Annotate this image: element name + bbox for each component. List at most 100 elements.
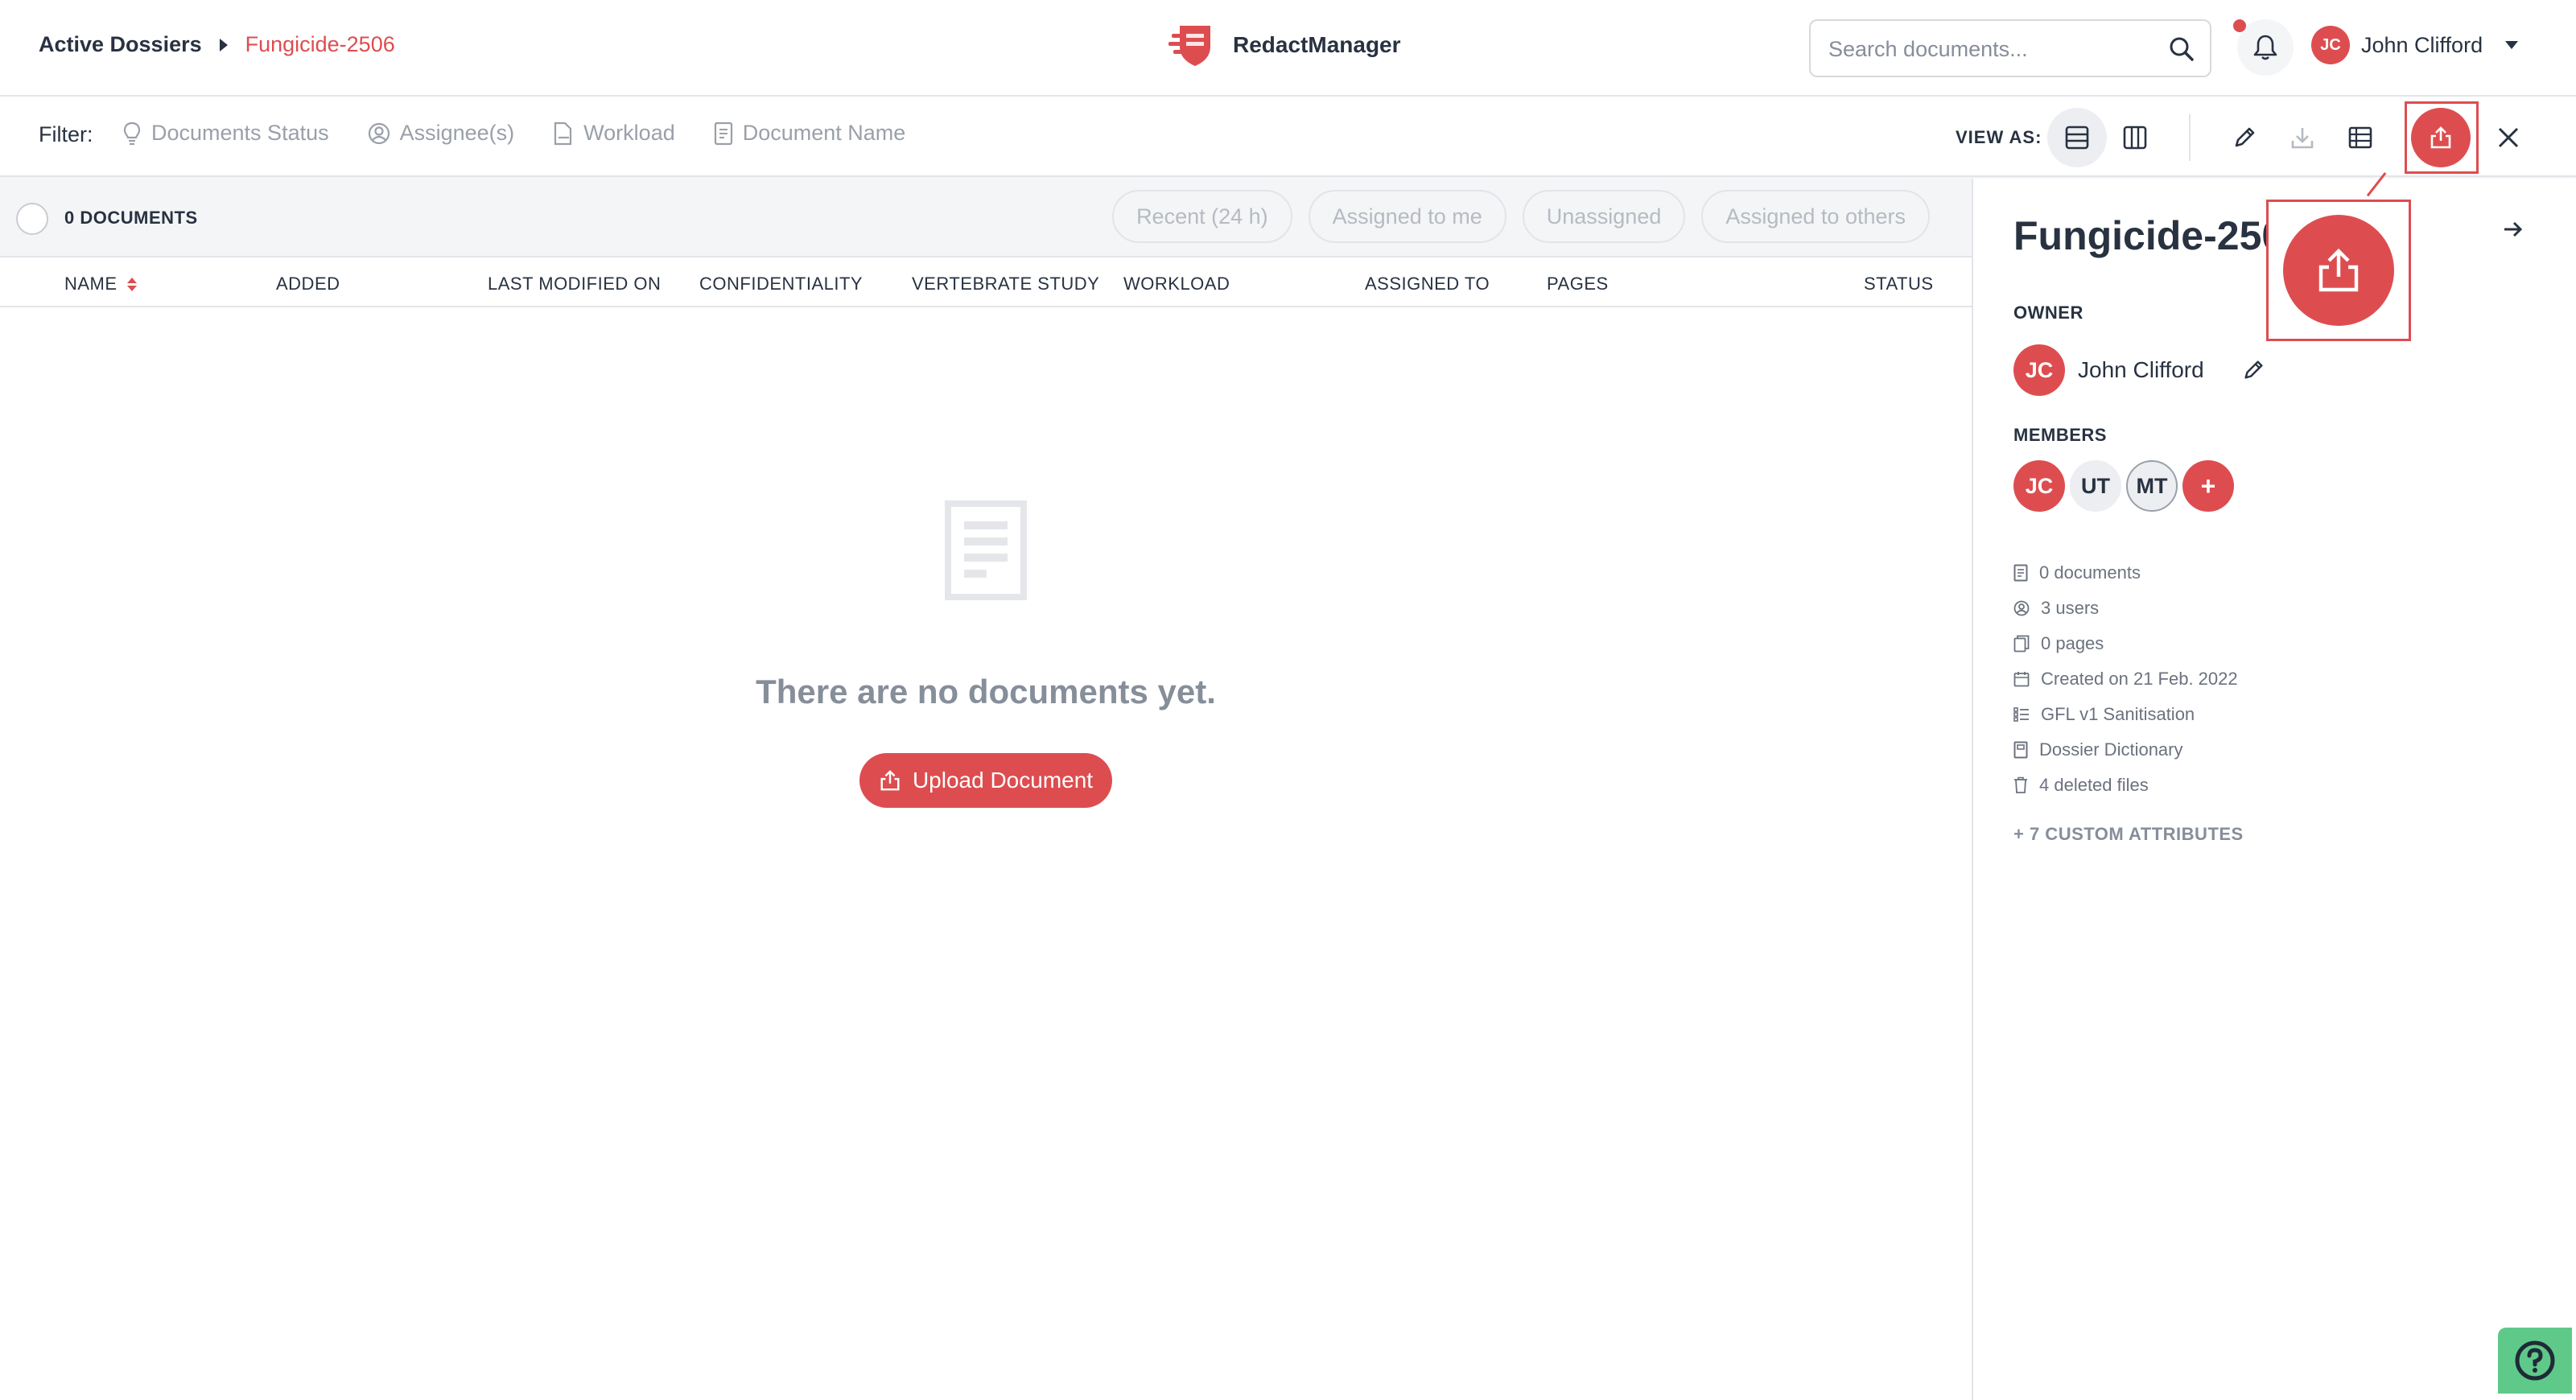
breadcrumb-current-dossier[interactable]: Fungicide-2506 bbox=[245, 32, 395, 57]
upload-button-highlight bbox=[2405, 101, 2479, 174]
quick-filter-unassigned[interactable]: Unassigned bbox=[1522, 190, 1686, 243]
empty-document-icon bbox=[945, 500, 1027, 600]
pencil-icon bbox=[2235, 127, 2255, 147]
stat-deleted-files[interactable]: 4 deleted files bbox=[2013, 768, 2238, 803]
lightbulb-icon bbox=[123, 121, 141, 145]
column-name[interactable]: NAME bbox=[64, 274, 137, 294]
stat-pages-text: 0 pages bbox=[2041, 633, 2104, 653]
filter-workload-label: Workload bbox=[583, 121, 675, 145]
toolbar-divider bbox=[2189, 114, 2191, 161]
quick-filter-recent[interactable]: Recent (24 h) bbox=[1112, 190, 1292, 243]
member-avatar[interactable]: MT bbox=[2126, 460, 2178, 512]
pencil-icon[interactable] bbox=[2241, 358, 2265, 382]
stat-dictionary: Dossier Dictionary bbox=[2013, 732, 2238, 768]
edit-dossier-button[interactable] bbox=[2215, 108, 2274, 167]
brand-logo[interactable]: RedactManager bbox=[1168, 21, 1401, 69]
filter-document-name-label: Document Name bbox=[742, 121, 906, 145]
board-view-button[interactable] bbox=[2105, 108, 2165, 167]
upload-icon bbox=[880, 770, 900, 791]
breadcrumb-active-dossiers[interactable]: Active Dossiers bbox=[39, 32, 202, 57]
column-last-modified[interactable]: LAST MODIFIED ON bbox=[488, 274, 661, 294]
column-vertebrate-study[interactable]: VERTEBRATE STUDY bbox=[912, 274, 1099, 294]
bell-icon bbox=[2253, 35, 2277, 60]
member-avatar[interactable]: JC bbox=[2013, 460, 2065, 512]
column-added[interactable]: ADDED bbox=[276, 274, 340, 294]
trash-icon bbox=[2014, 776, 2027, 793]
stat-users: 3 users bbox=[2013, 591, 2238, 626]
upload-button-zoom-callout bbox=[2266, 200, 2411, 341]
member-avatar[interactable]: UT bbox=[2070, 460, 2121, 512]
list-view-button[interactable] bbox=[2047, 108, 2107, 167]
view-as-label: VIEW AS: bbox=[1956, 127, 2042, 147]
stat-documents-text: 0 documents bbox=[2039, 562, 2141, 583]
close-button[interactable] bbox=[2479, 108, 2538, 167]
quick-filter-assigned-to-me[interactable]: Assigned to me bbox=[1308, 190, 1506, 243]
download-icon bbox=[2291, 128, 2314, 149]
brand-name: RedactManager bbox=[1233, 32, 1401, 57]
column-status[interactable]: STATUS bbox=[1864, 274, 1934, 294]
filter-workload[interactable]: Workload bbox=[553, 121, 675, 146]
search-input[interactable] bbox=[1828, 35, 2158, 63]
close-icon bbox=[2498, 127, 2519, 148]
column-name-label: NAME bbox=[64, 274, 117, 294]
column-workload[interactable]: WORKLOAD bbox=[1123, 274, 1230, 294]
custom-attributes-link[interactable]: + 7 CUSTOM ATTRIBUTES bbox=[2013, 824, 2244, 845]
top-header: Active Dossiers Fungicide-2506 RedactMan… bbox=[0, 0, 2576, 97]
calendar-icon bbox=[2013, 672, 2030, 687]
pages-icon bbox=[2013, 635, 2030, 653]
template-list-icon bbox=[2013, 707, 2029, 722]
search-icon[interactable] bbox=[2166, 34, 2197, 64]
download-button[interactable] bbox=[2273, 108, 2332, 167]
question-icon bbox=[2515, 1340, 2555, 1381]
sort-icon bbox=[126, 277, 137, 291]
column-confidentiality[interactable]: CONFIDENTIALITY bbox=[699, 274, 863, 294]
user-circle-icon bbox=[2013, 600, 2030, 616]
stat-template-text: GFL v1 Sanitisation bbox=[2041, 704, 2195, 724]
stat-created-text: Created on 21 Feb. 2022 bbox=[2041, 669, 2238, 689]
stat-dictionary-text: Dossier Dictionary bbox=[2039, 739, 2183, 760]
filter-document-name[interactable]: Document Name bbox=[714, 121, 906, 146]
filter-documents-status[interactable]: Documents Status bbox=[122, 121, 329, 146]
stat-deleted-files-text: 4 deleted files bbox=[2039, 775, 2149, 795]
arrow-right-icon[interactable] bbox=[2503, 220, 2524, 238]
members-list: JC UT MT + bbox=[2013, 460, 2234, 512]
user-circle-icon bbox=[368, 122, 389, 144]
breadcrumb-separator-icon bbox=[219, 38, 228, 51]
stat-pages: 0 pages bbox=[2013, 626, 2238, 661]
filter-label: Filter: bbox=[39, 122, 93, 146]
stat-documents: 0 documents bbox=[2013, 555, 2238, 591]
user-menu[interactable]: JC John Clifford bbox=[2311, 26, 2519, 64]
table-icon bbox=[2348, 126, 2372, 149]
owner-row: JC John Clifford bbox=[2013, 344, 2265, 396]
dossier-stats: 0 documents 3 users 0 pages Created on 2… bbox=[2013, 555, 2238, 803]
dossier-details-panel: Fungicide-2506 OWNER JC John Clifford ME… bbox=[1972, 179, 2576, 1400]
add-member-button[interactable]: + bbox=[2182, 460, 2234, 512]
upload-document-button[interactable]: Upload Document bbox=[859, 753, 1112, 808]
report-button[interactable] bbox=[2331, 108, 2390, 167]
document-icon bbox=[2013, 564, 2028, 582]
upload-button-zoomed bbox=[2283, 215, 2394, 326]
workload-icon bbox=[554, 121, 572, 145]
filter-assignees-label: Assignee(s) bbox=[399, 121, 515, 145]
column-pages[interactable]: PAGES bbox=[1547, 274, 1609, 294]
select-all-checkbox[interactable] bbox=[16, 203, 48, 235]
chevron-down-icon bbox=[2505, 41, 2519, 49]
list-toolbar: 0 DOCUMENTS Recent (24 h) Assigned to me… bbox=[0, 179, 1972, 257]
column-assigned-to[interactable]: ASSIGNED TO bbox=[1365, 274, 1490, 294]
filter-assignees[interactable]: Assignee(s) bbox=[368, 121, 515, 146]
owner-avatar: JC bbox=[2013, 344, 2065, 396]
empty-state-message: There are no documents yet. bbox=[756, 673, 1216, 710]
members-label: MEMBERS bbox=[2013, 425, 2107, 445]
notification-badge bbox=[2233, 19, 2246, 32]
dossier-title: Fungicide-2506 bbox=[2013, 213, 2279, 258]
list-view-icon bbox=[2065, 126, 2089, 150]
redact-logo-icon bbox=[1168, 26, 1210, 66]
owner-label: OWNER bbox=[2013, 303, 2083, 323]
dictionary-icon bbox=[2013, 741, 2028, 759]
document-count: 0 DOCUMENTS bbox=[64, 208, 198, 228]
quick-filter-assigned-to-others[interactable]: Assigned to others bbox=[1701, 190, 1930, 243]
help-button[interactable] bbox=[2498, 1328, 2572, 1394]
stat-users-text: 3 users bbox=[2041, 598, 2100, 618]
search-box[interactable] bbox=[1809, 19, 2211, 77]
quick-filters: Recent (24 h) Assigned to me Unassigned … bbox=[1112, 190, 1930, 243]
